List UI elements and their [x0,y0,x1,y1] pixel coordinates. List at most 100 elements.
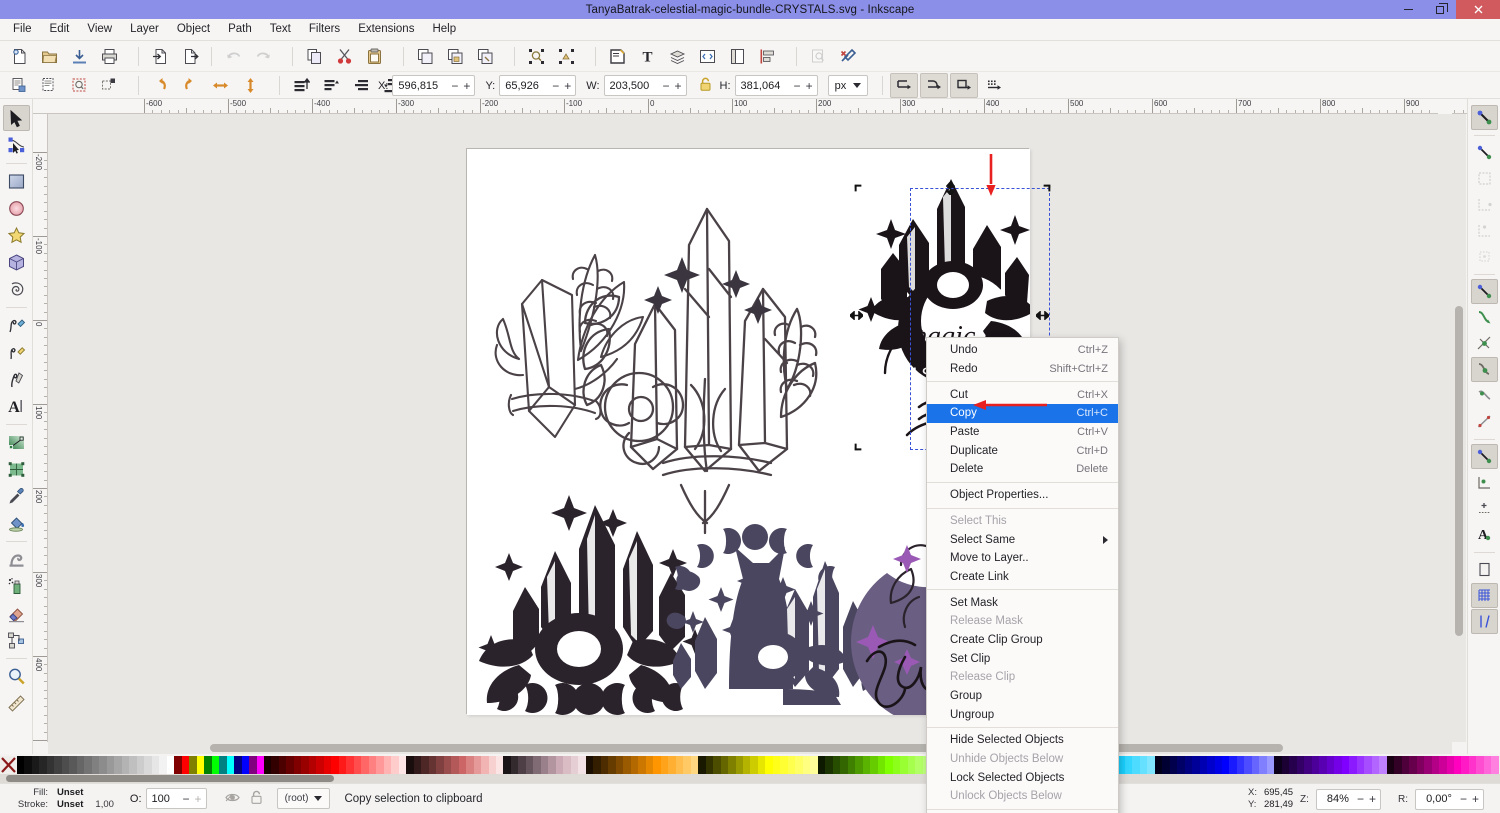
zoom-selection-icon[interactable] [522,44,550,69]
palette-swatch[interactable] [892,756,901,774]
menu-object[interactable]: Object [168,20,219,39]
palette-swatch[interactable] [69,756,77,774]
opacity-control[interactable]: O: −+ [130,788,207,809]
palette-swatch[interactable] [555,756,564,774]
palette-swatch[interactable] [780,756,788,774]
palette-swatch[interactable] [668,756,676,774]
palette-swatch[interactable] [181,756,190,774]
open-document-icon[interactable] [35,44,63,69]
context-menu-item-paste[interactable]: Paste Ctrl+V [927,423,1118,442]
palette-swatch[interactable] [466,756,474,774]
opacity-increment[interactable]: + [195,793,202,805]
palette-swatch[interactable] [1244,756,1252,774]
star-tool[interactable] [3,222,30,248]
selector-tool[interactable] [2,105,30,131]
snap-others-icon[interactable] [1470,444,1498,469]
palette-swatch[interactable] [1207,756,1215,774]
align-and-distribute-icon[interactable] [753,44,781,69]
context-menu-item-undo[interactable]: Undo Ctrl+Z [927,341,1118,360]
palette-swatch[interactable] [1409,756,1417,774]
palette-swatch[interactable] [39,756,47,774]
lower-icon[interactable] [347,73,375,98]
palette-swatch[interactable] [675,756,684,774]
palette-swatch[interactable] [473,756,482,774]
palette-swatch[interactable] [1139,756,1148,774]
fill-and-stroke-icon[interactable] [603,44,631,69]
palette-swatch[interactable] [1454,756,1462,774]
layers-icon[interactable] [663,44,691,69]
rotate-cw-icon[interactable] [176,73,204,98]
palette-swatch[interactable] [121,756,130,774]
snap-rotation-centers-icon[interactable] [1471,496,1498,521]
palette-swatch[interactable] [1371,756,1380,774]
context-menu-item-lock-selected-objects[interactable]: Lock Selected Objects [927,768,1118,787]
horizontal-scrollbar-thumb[interactable] [210,744,1283,752]
scale-stroke-width-icon[interactable] [890,73,919,98]
snap-midpoints-line-segments-icon[interactable] [1471,409,1498,434]
selection-handle-e[interactable] [1036,311,1049,320]
menu-layer[interactable]: Layer [121,20,168,39]
palette-swatch[interactable] [443,756,452,774]
palette-swatch[interactable] [1491,756,1499,774]
context-menu-item-delete[interactable]: Delete Delete [927,460,1118,479]
palette-swatch[interactable] [1274,756,1282,774]
context-menu-item-create-clip-group[interactable]: Create Clip Group [927,631,1118,650]
palette-swatch[interactable] [817,756,826,774]
menu-extensions[interactable]: Extensions [349,20,423,39]
snap-text-baselines-icon[interactable]: A [1471,522,1498,547]
palette-swatch[interactable] [234,756,242,774]
palette-swatch[interactable] [630,756,639,774]
rotate-ccw-icon[interactable] [146,73,174,98]
palette-swatch[interactable] [855,756,863,774]
palette-swatch[interactable] [219,756,227,774]
palette-swatch[interactable] [578,756,586,774]
palette-swatch[interactable] [750,756,758,774]
palette-swatch[interactable] [114,756,122,774]
palette-swatch[interactable] [488,756,496,774]
menu-edit[interactable]: Edit [41,20,79,39]
y-field[interactable]: −+ [499,75,577,96]
palette-swatch[interactable] [151,756,160,774]
palette-swatch[interactable] [1236,756,1245,774]
palette-swatch[interactable] [525,756,534,774]
palette-swatch[interactable] [1416,756,1425,774]
palette-swatch[interactable] [338,756,347,774]
palette-swatch[interactable] [174,756,182,774]
palette-swatch[interactable] [1169,756,1178,774]
palette-swatch[interactable] [428,756,437,774]
palette-swatch[interactable] [765,756,773,774]
palette-swatch[interactable] [1483,756,1492,774]
clone-icon[interactable] [441,44,469,69]
palette-swatch[interactable] [368,756,377,774]
palette-swatch[interactable] [1147,756,1155,774]
palette-swatch[interactable] [810,756,818,774]
measure-tool[interactable] [3,690,30,716]
palette-swatch[interactable] [533,756,541,774]
mesh-tool[interactable] [3,456,30,482]
duplicate-icon[interactable] [411,44,439,69]
snap-paths-icon[interactable] [1471,305,1498,330]
snap-object-centers-icon[interactable] [1471,470,1498,495]
palette-swatch[interactable] [353,756,362,774]
palette-swatch[interactable] [510,756,519,774]
palette-swatch[interactable] [1394,756,1402,774]
palette-swatch[interactable] [1439,756,1447,774]
palette-swatch[interactable] [361,756,369,774]
palette-swatch[interactable] [915,756,923,774]
palette-swatch[interactable] [585,756,594,774]
snap-nodes-paths-icon[interactable] [1470,279,1498,304]
calligraphy-tool[interactable] [3,366,30,392]
minimize-button[interactable] [1392,0,1424,19]
palette-swatch[interactable] [211,756,220,774]
palette-swatch[interactable] [241,756,250,774]
snap-grids-icon[interactable] [1470,583,1498,608]
palette-swatch[interactable] [136,756,145,774]
maximize-button[interactable] [1424,0,1456,19]
zoom-page-icon[interactable] [804,44,832,69]
rectangle-tool[interactable] [3,168,30,194]
snap-bbox-corners-icon[interactable] [1471,192,1498,217]
lock-ratio-icon[interactable] [699,77,712,95]
snap-bounding-boxes-icon[interactable] [1471,140,1498,165]
palette-swatch[interactable] [518,756,526,774]
palette-swatch[interactable] [1476,756,1484,774]
